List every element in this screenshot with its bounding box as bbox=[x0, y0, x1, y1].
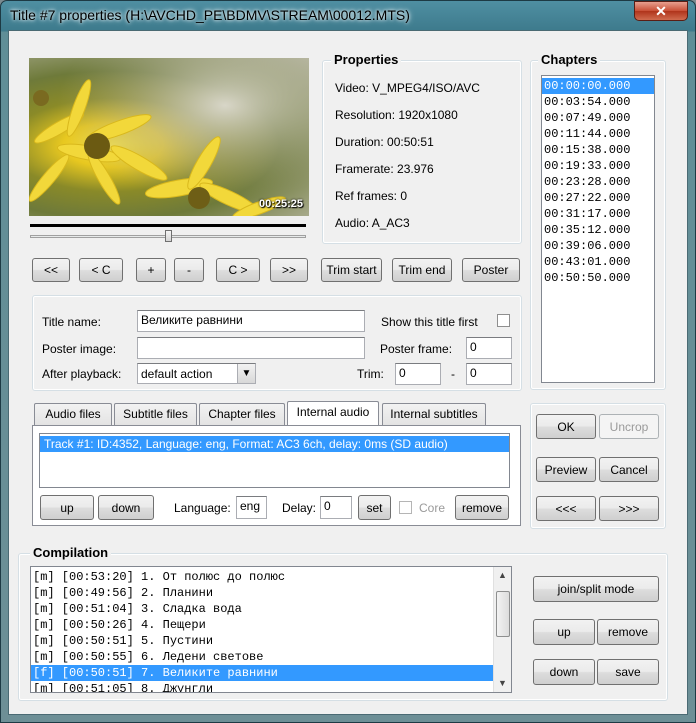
ok-button[interactable]: OK bbox=[536, 414, 596, 439]
title-name-field[interactable]: Великите равнини bbox=[137, 310, 365, 332]
chapter-item[interactable]: 00:35:12.000 bbox=[542, 222, 654, 238]
flowers-image bbox=[29, 58, 309, 216]
poster-button[interactable]: Poster bbox=[462, 258, 520, 282]
fast-forward-button[interactable]: >> bbox=[270, 258, 308, 282]
compilation-item[interactable]: [m] [00:50:55] 6. Ледени светове bbox=[31, 649, 511, 665]
property-duration: Duration: 00:50:51 bbox=[335, 135, 434, 149]
minus-button[interactable]: - bbox=[174, 258, 204, 282]
compilation-remove-button[interactable]: remove bbox=[597, 619, 659, 645]
timestamp-overlay: 00:25:25 bbox=[258, 198, 303, 210]
join-split-mode-button[interactable]: join/split mode bbox=[533, 576, 659, 602]
compilation-down-button[interactable]: down bbox=[533, 659, 595, 685]
compilation-item[interactable]: [m] [00:50:26] 4. Пещери bbox=[31, 617, 511, 633]
trim-dash: - bbox=[451, 367, 455, 381]
audio-track-item[interactable]: Track #1: ID:4352, Language: eng, Format… bbox=[40, 436, 509, 452]
after-playback-value: default action bbox=[141, 367, 213, 381]
window-title: Title #7 properties (H:\AVCHD_PE\BDMV\ST… bbox=[10, 7, 410, 23]
chapters-title: Chapters bbox=[538, 52, 601, 67]
property-ref-frames: Ref frames: 0 bbox=[335, 189, 408, 203]
chapter-item[interactable]: 00:11:44.000 bbox=[542, 126, 654, 142]
track-up-button[interactable]: up bbox=[40, 495, 94, 520]
poster-image-label: Poster image: bbox=[42, 342, 117, 356]
delay-field[interactable]: 0 bbox=[320, 496, 352, 519]
core-label: Core bbox=[419, 501, 446, 515]
chapter-item[interactable]: 00:07:49.000 bbox=[542, 110, 654, 126]
compilation-item[interactable]: [f] [00:50:51] 7. Великите равнини bbox=[31, 665, 511, 681]
scroll-down-icon[interactable]: ▼ bbox=[494, 675, 511, 692]
trim-start-field[interactable]: 0 bbox=[395, 363, 441, 385]
trim-end-field[interactable]: 0 bbox=[466, 363, 512, 385]
compilation-save-button[interactable]: save bbox=[597, 659, 659, 685]
chapters-list[interactable]: 00:00:00.000 00:03:54.000 00:07:49.000 00:1… bbox=[541, 75, 655, 383]
plus-button[interactable]: + bbox=[136, 258, 166, 282]
scroll-thumb[interactable] bbox=[496, 591, 510, 637]
poster-frame-label: Poster frame: bbox=[380, 342, 453, 356]
compilation-item[interactable]: [m] [00:50:51] 5. Пустини bbox=[31, 633, 511, 649]
show-first-checkbox[interactable] bbox=[497, 314, 510, 327]
seek-bar[interactable] bbox=[30, 224, 306, 242]
audio-tracks-list[interactable]: Track #1: ID:4352, Language: eng, Format… bbox=[39, 433, 510, 488]
seek-track-top bbox=[30, 224, 306, 227]
trim-end-button[interactable]: Trim end bbox=[392, 258, 452, 282]
seek-thumb[interactable] bbox=[165, 230, 172, 242]
language-field[interactable]: eng bbox=[236, 496, 267, 519]
compilation-up-button[interactable]: up bbox=[533, 619, 595, 645]
after-playback-select[interactable]: default action ▼ bbox=[137, 363, 256, 384]
compilation-item[interactable]: [m] [00:53:20] 1. От полюс до полюс bbox=[31, 569, 511, 585]
track-remove-button[interactable]: remove bbox=[455, 495, 509, 520]
poster-frame-field[interactable]: 0 bbox=[466, 337, 512, 359]
chapter-item[interactable]: 00:00:00.000 bbox=[542, 78, 654, 94]
chapter-item[interactable]: 00:03:54.000 bbox=[542, 94, 654, 110]
property-audio: Audio: A_AC3 bbox=[335, 216, 410, 230]
language-label: Language: bbox=[174, 501, 231, 515]
close-button[interactable]: ✕ bbox=[634, 1, 688, 21]
poster-image-field[interactable] bbox=[137, 337, 365, 359]
cancel-button[interactable]: Cancel bbox=[599, 457, 659, 482]
next-title-button[interactable]: >>> bbox=[599, 496, 659, 521]
video-preview: 00:25:25 bbox=[29, 58, 309, 216]
properties-title: Properties bbox=[331, 52, 402, 67]
tab-audio-files[interactable]: Audio files bbox=[34, 403, 112, 425]
compilation-title: Compilation bbox=[30, 545, 112, 560]
tab-internal-audio[interactable]: Internal audio bbox=[287, 401, 379, 425]
tab-chapter-files[interactable]: Chapter files bbox=[199, 403, 285, 425]
property-video: Video: V_MPEG4/ISO/AVC bbox=[335, 81, 480, 95]
next-chapter-button[interactable]: C > bbox=[216, 258, 260, 282]
chapter-item[interactable]: 00:23:28.000 bbox=[542, 174, 654, 190]
property-framerate: Framerate: 23.976 bbox=[335, 162, 434, 176]
chevron-down-icon[interactable]: ▼ bbox=[237, 364, 255, 383]
chapter-item[interactable]: 00:15:38.000 bbox=[542, 142, 654, 158]
previous-title-button[interactable]: <<< bbox=[536, 496, 596, 521]
tab-subtitle-files[interactable]: Subtitle files bbox=[114, 403, 197, 425]
compilation-item[interactable]: [m] [00:51:04] 3. Сладка вода bbox=[31, 601, 511, 617]
prev-chapter-button[interactable]: < C bbox=[79, 258, 123, 282]
chapter-item[interactable]: 00:31:17.000 bbox=[542, 206, 654, 222]
scroll-up-icon[interactable]: ▲ bbox=[494, 567, 511, 584]
property-resolution: Resolution: 1920x1080 bbox=[335, 108, 458, 122]
after-playback-label: After playback: bbox=[42, 367, 122, 381]
show-first-label: Show this title first bbox=[381, 315, 478, 329]
chapter-item[interactable]: 00:19:33.000 bbox=[542, 158, 654, 174]
chapter-item[interactable]: 00:50:50.000 bbox=[542, 270, 654, 286]
chapter-item[interactable]: 00:39:06.000 bbox=[542, 238, 654, 254]
tab-internal-subtitles[interactable]: Internal subtitles bbox=[382, 403, 486, 425]
compilation-item[interactable]: [m] [00:51:05] 8. Джунгли bbox=[31, 681, 511, 692]
core-checkbox[interactable] bbox=[399, 501, 412, 514]
uncrop-button[interactable]: Uncrop bbox=[599, 414, 659, 439]
compilation-scrollbar[interactable]: ▲ ▼ bbox=[493, 567, 511, 692]
trim-start-button[interactable]: Trim start bbox=[321, 258, 382, 282]
chapter-item[interactable]: 00:27:22.000 bbox=[542, 190, 654, 206]
compilation-item[interactable]: [m] [00:49:56] 2. Планини bbox=[31, 585, 511, 601]
delay-label: Delay: bbox=[282, 501, 317, 515]
trim-label: Trim: bbox=[357, 367, 384, 381]
rewind-button[interactable]: << bbox=[32, 258, 70, 282]
set-delay-button[interactable]: set bbox=[358, 495, 391, 520]
chapter-item[interactable]: 00:43:01.000 bbox=[542, 254, 654, 270]
track-down-button[interactable]: down bbox=[98, 495, 154, 520]
title-name-label: Title name: bbox=[42, 315, 101, 329]
preview-button[interactable]: Preview bbox=[536, 457, 596, 482]
compilation-list[interactable]: [m] [00:53:20] 1. От полюс до полюс [m] [… bbox=[30, 566, 512, 693]
